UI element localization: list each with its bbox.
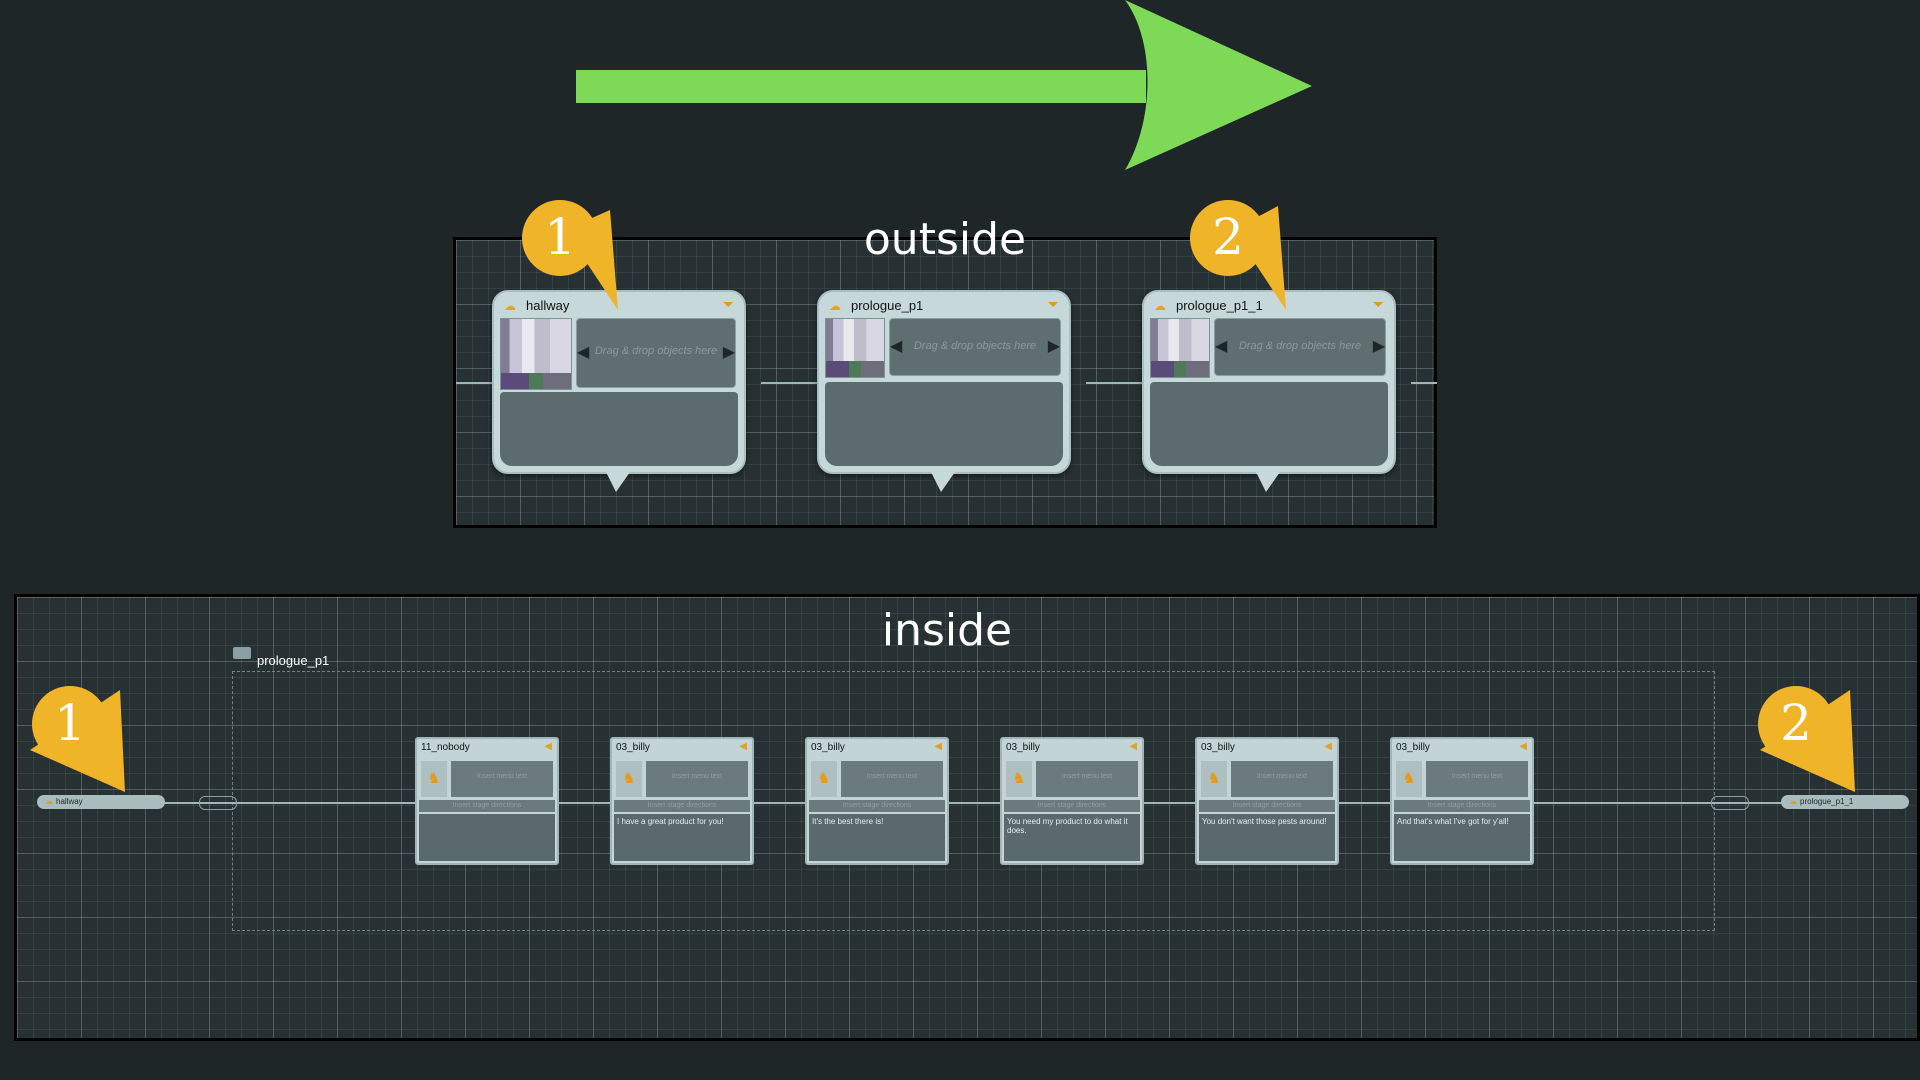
speaker-name: 03_billy (1396, 742, 1430, 753)
character-icon: ♞ (1396, 761, 1422, 797)
badge-one: 1 (522, 200, 598, 276)
connector (1411, 382, 1437, 384)
menu-text-placeholder: Insert menu text (1061, 773, 1113, 780)
speech-bubble-icon[interactable]: ◀ (739, 741, 747, 752)
menu-text-field[interactable]: Insert menu text (451, 761, 553, 797)
speech-bubble-icon[interactable]: ◀ (1519, 741, 1527, 752)
menu-text-field[interactable]: Insert menu text (646, 761, 748, 797)
connector (1086, 382, 1144, 384)
dialogue-node[interactable]: 03_billy ◀ ♞ Insert menu text Insert stage d… (1000, 737, 1144, 865)
menu-text-field[interactable]: Insert menu text (841, 761, 943, 797)
dropdown-icon[interactable]: ⏷ (1373, 296, 1384, 313)
speech-bubble-icon[interactable]: ◀ (1129, 741, 1137, 752)
speech-bubble-icon[interactable]: ◀ (544, 741, 552, 752)
group-input-port[interactable] (199, 796, 237, 810)
dialogue-text[interactable]: It's the best there is! (809, 814, 945, 861)
dialogue-text[interactable]: I have a great product for you! (614, 814, 750, 861)
dialogue-node[interactable]: 11_nobody ◀ ♞ Insert menu text Insert stage … (415, 737, 559, 865)
badge-two: 2 (1758, 686, 1834, 762)
menu-text-placeholder: Insert menu text (866, 773, 918, 780)
speech-bubble-icon[interactable]: ◀ (934, 741, 942, 752)
direction-arrow (576, 0, 1312, 170)
bubble-tail (931, 472, 955, 492)
arrow-right-icon[interactable]: ▶ (1373, 336, 1385, 356)
scene-thumbnail (825, 318, 885, 378)
flow-node-hallway[interactable]: ☁ hallway ⏷ ◀ Drag & drop objects here ▶ (492, 290, 746, 492)
dialogue-node[interactable]: 03_billy ◀ ♞ Insert menu text Insert stage d… (1195, 737, 1339, 865)
stage-directions-field[interactable]: Insert stage directions (1004, 800, 1140, 812)
arrow-right-icon[interactable]: ▶ (723, 342, 735, 362)
bubble-tail (1256, 472, 1280, 492)
menu-text-placeholder: Insert menu text (1256, 773, 1308, 780)
dropdown-icon[interactable]: ⏷ (1048, 296, 1059, 313)
drop-hint: Drag & drop objects here (913, 340, 1037, 352)
speaker-name: 03_billy (811, 742, 845, 753)
speaker-name: 03_billy (1201, 742, 1235, 753)
cloud-icon: ☁ (504, 299, 516, 313)
menu-text-field[interactable]: Insert menu text (1426, 761, 1528, 797)
connector (132, 802, 1832, 804)
dialogue-node[interactable]: 03_billy ◀ ♞ Insert menu text Insert stage d… (1390, 737, 1534, 865)
badge-two: 2 (1190, 200, 1266, 276)
flow-node-prologue-p1[interactable]: ☁ prologue_p1 ⏷ ◀ Drag & drop objects he… (817, 290, 1071, 492)
drop-zone[interactable]: ◀ Drag & drop objects here ▶ (1214, 318, 1386, 376)
dialogue-node[interactable]: 03_billy ◀ ♞ Insert menu text Insert stage d… (805, 737, 949, 865)
drop-hint: Drag & drop objects here (594, 345, 718, 357)
character-icon: ♞ (811, 761, 837, 797)
drop-zone[interactable]: ◀ Drag & drop objects here ▶ (576, 318, 736, 388)
cloud-icon: ☁ (1154, 299, 1166, 313)
scene-thumbnail (1150, 318, 1210, 378)
character-icon: ♞ (616, 761, 642, 797)
dialogue-node[interactable]: 03_billy ◀ ♞ Insert menu text Insert stage d… (610, 737, 754, 865)
inside-panel: inside prologue_p1 ☁ hallway ☁ prologue_p1… (14, 594, 1920, 1041)
node-body (1150, 382, 1388, 466)
dialogue-text[interactable]: You need my product to do what it does. (1004, 814, 1140, 861)
bubble-tail (606, 472, 630, 492)
character-icon: ♞ (1201, 761, 1227, 797)
speaker-name: 03_billy (1006, 742, 1040, 753)
dialogue-text[interactable]: And that's what I've got for y'all! (1394, 814, 1530, 861)
stage-directions-field[interactable]: Insert stage directions (419, 800, 555, 812)
stage-directions-field[interactable]: Insert stage directions (614, 800, 750, 812)
badge-one: 1 (32, 686, 108, 762)
connector (456, 382, 496, 384)
menu-text-placeholder: Insert menu text (476, 773, 528, 780)
dropdown-icon[interactable]: ⏷ (723, 296, 734, 313)
menu-text-field[interactable]: Insert menu text (1036, 761, 1138, 797)
menu-text-placeholder: Insert menu text (671, 773, 723, 780)
stage-directions-field[interactable]: Insert stage directions (809, 800, 945, 812)
speech-bubble-icon[interactable]: ◀ (1324, 741, 1332, 752)
dialogue-text[interactable]: You don't want those pests around! (1199, 814, 1335, 861)
speaker-name: 03_billy (616, 742, 650, 753)
node-body (825, 382, 1063, 466)
scene-thumbnail (500, 318, 572, 390)
character-icon: ♞ (1006, 761, 1032, 797)
dialogue-text[interactable] (419, 814, 555, 861)
speaker-name: 11_nobody (421, 742, 470, 753)
group-icon (233, 647, 251, 659)
cloud-icon: ☁ (829, 299, 841, 313)
node-title: prologue_p1 (851, 298, 924, 313)
menu-text-field[interactable]: Insert menu text (1231, 761, 1333, 797)
menu-text-placeholder: Insert menu text (1451, 773, 1503, 780)
stage-directions-field[interactable]: Insert stage directions (1394, 800, 1530, 812)
drop-zone[interactable]: ◀ Drag & drop objects here ▶ (889, 318, 1061, 376)
stage-directions-field[interactable]: Insert stage directions (1199, 800, 1335, 812)
arrow-right-icon[interactable]: ▶ (1048, 336, 1060, 356)
drop-hint: Drag & drop objects here (1238, 340, 1362, 352)
inside-title: inside (881, 605, 1013, 656)
group-label: prologue_p1 (257, 653, 330, 668)
connector (761, 382, 819, 384)
character-icon: ♞ (421, 761, 447, 797)
node-body (500, 392, 738, 466)
group-output-port[interactable] (1711, 796, 1749, 810)
flow-node-prologue-p1-1[interactable]: ☁ prologue_p1_1 ⏷ ◀ Drag & drop objects … (1142, 290, 1396, 492)
